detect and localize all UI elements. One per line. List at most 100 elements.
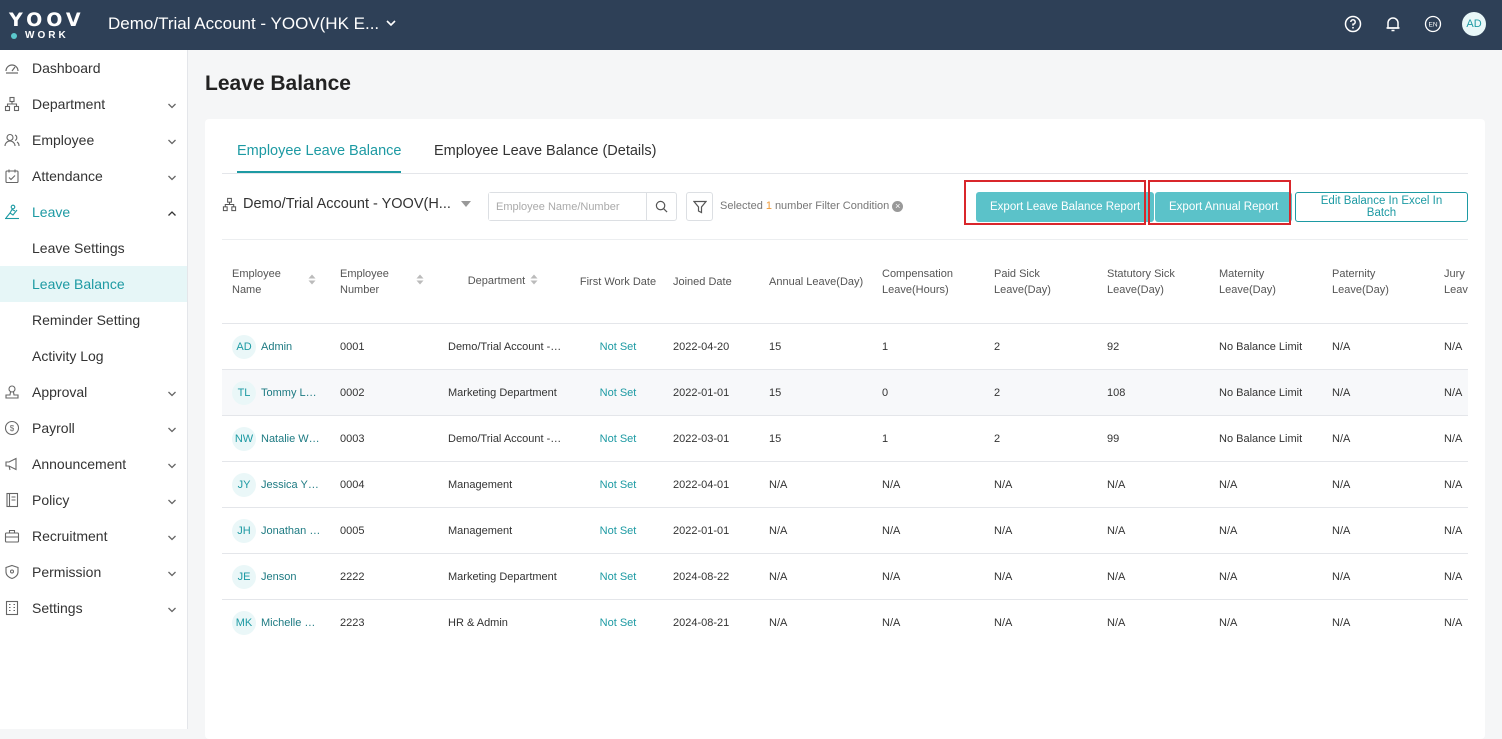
edit-balance-in-excel-button[interactable]: Edit Balance In Excel In Batch xyxy=(1295,192,1468,222)
account-switcher[interactable]: Demo/Trial Account - YOOV(HK E... xyxy=(108,14,397,34)
sort-icon[interactable] xyxy=(308,274,316,290)
sidebar-item-reminder-setting[interactable]: Reminder Setting xyxy=(0,302,187,338)
sidebar-item-activity-log[interactable]: Activity Log xyxy=(0,338,187,374)
filter-button[interactable] xyxy=(686,192,713,221)
sidebar-item-department[interactable]: Department xyxy=(0,86,187,122)
sort-icon[interactable] xyxy=(416,274,424,290)
employee-name-link[interactable]: Jessica Y… xyxy=(261,479,319,491)
export-leave-balance-report-button[interactable]: Export Leave Balance Report xyxy=(976,192,1155,222)
sidebar-item-policy[interactable]: Policy xyxy=(0,482,187,518)
sidebar-item-announcement[interactable]: Announcement xyxy=(0,446,187,482)
organization-select[interactable]: Demo/Trial Account - YOOV(H... xyxy=(222,196,471,212)
export-annual-report-button[interactable]: Export Annual Report xyxy=(1155,192,1293,222)
not-set-link[interactable]: Not Set xyxy=(600,571,637,583)
cell-annual: 15 xyxy=(769,386,782,399)
language-icon[interactable]: EN xyxy=(1422,13,1444,35)
cell-paid-sick: N/A xyxy=(994,570,1013,583)
employee-name-link[interactable]: Michelle … xyxy=(261,617,315,629)
bell-icon[interactable] xyxy=(1382,13,1404,35)
cell-paternity: N/A xyxy=(1332,340,1351,353)
employee-name-link[interactable]: Jenson xyxy=(261,571,296,583)
cell-paid-sick: 2 xyxy=(994,432,1001,445)
cell-annual: N/A xyxy=(769,616,788,629)
cell-stat-sick: 92 xyxy=(1107,340,1120,353)
cell-joined: 2022-03-01 xyxy=(673,432,730,445)
sidebar-item-recruitment[interactable]: Recruitment xyxy=(0,518,187,554)
attendance-icon xyxy=(4,168,20,184)
cell-annual: 15 xyxy=(769,432,782,445)
account-name: Demo/Trial Account - YOOV(HK E... xyxy=(108,14,380,33)
column-header-employee-name[interactable]: Employee Name xyxy=(222,240,330,324)
not-set-link[interactable]: Not Set xyxy=(600,387,637,399)
cell-number: 0004 xyxy=(340,478,365,491)
not-set-link[interactable]: Not Set xyxy=(600,433,637,445)
cell-maternity: N/A xyxy=(1219,570,1238,583)
sidebar-item-leave[interactable]: Leave xyxy=(0,194,187,230)
cell-joined: 2024-08-21 xyxy=(673,616,730,629)
sidebar-item-payroll[interactable]: $ Payroll xyxy=(0,410,187,446)
yoov-work-logo[interactable]: YOOV WORK xyxy=(9,9,81,43)
cell-stat-sick: 108 xyxy=(1107,386,1126,399)
sidebar-item-attendance[interactable]: Attendance xyxy=(0,158,187,194)
table-row: JE Jenson 2222 Marketing Department Not Set 2… xyxy=(222,554,1468,600)
sort-icon[interactable] xyxy=(530,274,538,290)
column-header-employee-number[interactable]: Employee Number xyxy=(330,240,438,324)
employee-avatar: JE xyxy=(232,564,256,589)
cell-number: 0005 xyxy=(340,524,365,537)
cell-employee-name: MK Michelle … xyxy=(222,600,330,646)
cell-maternity: No Balance Limit xyxy=(1219,340,1303,353)
sidebar-item-leave-settings[interactable]: Leave Settings xyxy=(0,230,187,266)
cell-comp: 1 xyxy=(882,340,889,353)
not-set-link[interactable]: Not Set xyxy=(600,341,637,353)
employee-name-link[interactable]: Jonathan … xyxy=(261,525,320,537)
sidebar-item-leave-balance[interactable]: Leave Balance xyxy=(0,266,187,302)
sidebar-item-permission[interactable]: Permission xyxy=(0,554,187,590)
help-icon[interactable] xyxy=(1342,13,1364,35)
employee-name-link[interactable]: Tommy L… xyxy=(261,387,317,399)
tab-employee-leave-balance-details[interactable]: Employee Leave Balance (Details) xyxy=(434,143,656,171)
cell-paternity: N/A xyxy=(1332,570,1351,583)
cell-maternity: No Balance Limit xyxy=(1219,432,1303,445)
sidebar-item-employee[interactable]: Employee xyxy=(0,122,187,158)
user-avatar[interactable]: AD xyxy=(1462,12,1486,36)
cell-jury: N/A xyxy=(1444,524,1463,537)
filter-count: 1 xyxy=(765,200,772,212)
column-header-first-work-date: First Work Date xyxy=(579,275,657,288)
leave-icon xyxy=(4,204,20,220)
sidebar-item-settings[interactable]: Settings xyxy=(0,590,187,626)
search-button[interactable] xyxy=(646,193,676,220)
organization-select-value: Demo/Trial Account - YOOV(H... xyxy=(243,196,451,212)
payroll-icon: $ xyxy=(4,420,20,436)
column-header-paternity-leave: Paternity Leave(Day) xyxy=(1332,267,1389,296)
tab-employee-leave-balance[interactable]: Employee Leave Balance xyxy=(237,143,402,173)
cell-maternity: N/A xyxy=(1219,524,1238,537)
not-set-link[interactable]: Not Set xyxy=(600,617,637,629)
cell-maternity: N/A xyxy=(1219,478,1238,491)
column-header-annual-leave: Annual Leave(Day) xyxy=(769,275,864,288)
cell-joined: 2022-04-20 xyxy=(673,340,730,353)
column-header-paid-sick-leave: Paid Sick Leave(Day) xyxy=(994,267,1051,296)
cell-employee-name: JY Jessica Y… xyxy=(222,462,330,508)
cell-comp: N/A xyxy=(882,570,901,583)
cell-first-work: Not Set xyxy=(568,416,668,462)
top-bar: YOOV WORK Demo/Trial Account - YOOV(HK E… xyxy=(0,0,1502,50)
cell-first-work: Not Set xyxy=(568,324,668,370)
sidebar-item-dashboard[interactable]: Dashboard xyxy=(0,50,187,86)
policy-icon xyxy=(4,492,20,508)
sidebar-item-approval[interactable]: Approval xyxy=(0,374,187,410)
search-input[interactable] xyxy=(489,193,647,220)
cell-joined: 2022-04-01 xyxy=(673,478,730,491)
not-set-link[interactable]: Not Set xyxy=(600,525,637,537)
column-header-department[interactable]: Department xyxy=(438,240,568,324)
cell-joined: 2022-01-01 xyxy=(673,386,730,399)
not-set-link[interactable]: Not Set xyxy=(600,479,637,491)
employee-name-link[interactable]: Natalie W… xyxy=(261,433,320,445)
cell-annual: 15 xyxy=(769,340,782,353)
employee-name-link[interactable]: Admin xyxy=(261,341,292,353)
cell-department: Demo/Trial Account -… xyxy=(448,340,562,353)
chevron-down-icon xyxy=(167,422,177,438)
table-row: AD Admin 0001 Demo/Trial Account -… Not Set 2… xyxy=(222,324,1468,370)
clear-filter-icon[interactable]: × xyxy=(892,200,904,212)
cell-maternity: N/A xyxy=(1219,616,1238,629)
caret-down-icon xyxy=(460,201,471,207)
